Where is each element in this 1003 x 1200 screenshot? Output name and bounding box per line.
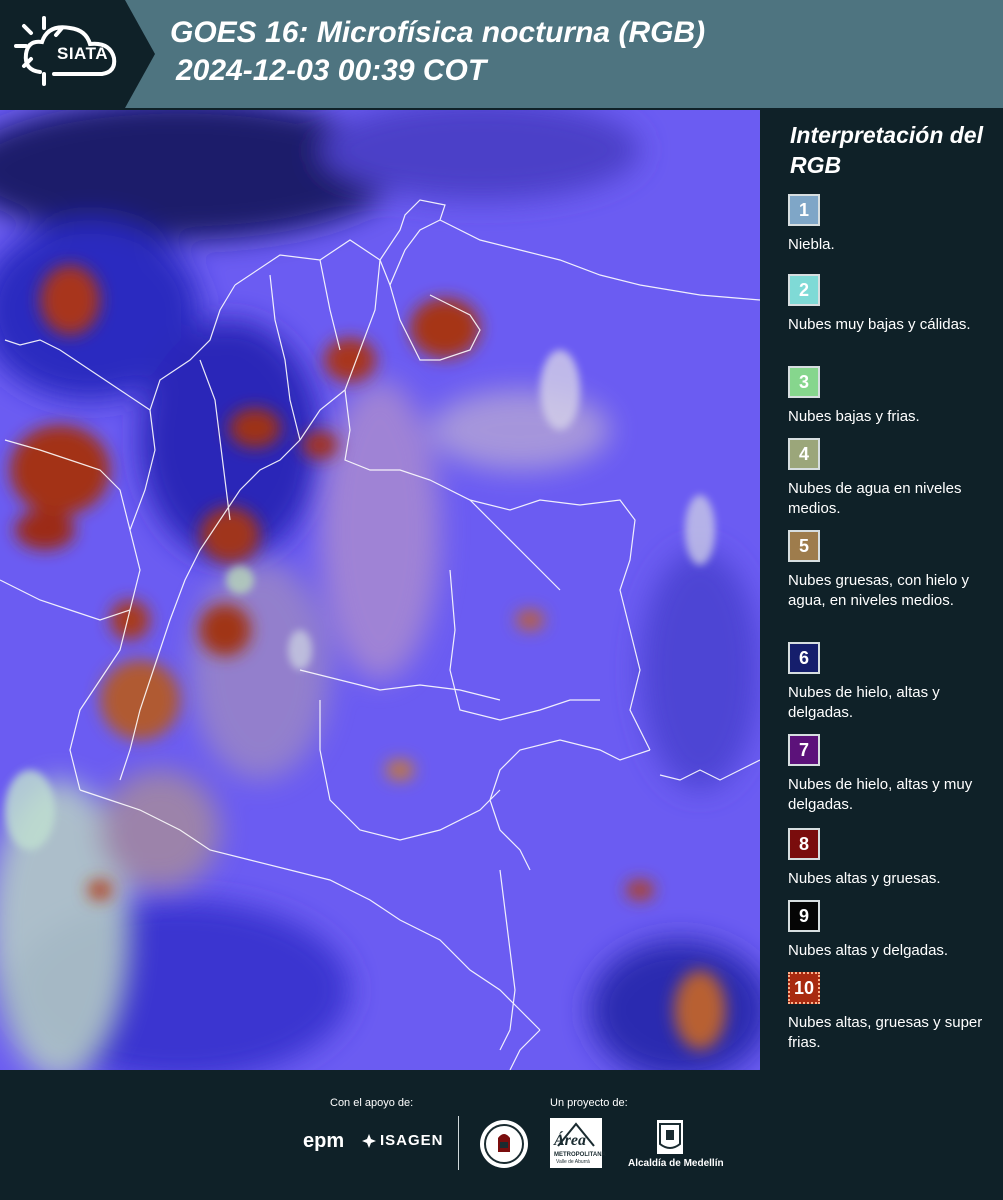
area-logo-subtext: METROPOLITANA [554, 1152, 606, 1158]
legend-text: Nubes bajas y frias. [788, 408, 920, 425]
legend-item-3: 3 Nubes bajas y frias. [788, 366, 993, 427]
legend-swatch-8: 8 [788, 828, 820, 860]
siata-logo-text: SIATA [57, 44, 108, 63]
legend-item-5: 5 Nubes gruesas, con hielo y agua, en ni… [788, 530, 993, 611]
rgb-legend: Interpretación del RGB 1 Niebla. 2 Nubes… [770, 112, 998, 1067]
header-bar: SIATA GOES 16: Microfísica nocturna (RGB… [0, 0, 1003, 108]
legend-item-2: 2 Nubes muy bajas y cálidas. [788, 274, 993, 335]
legend-swatch-3: 3 [788, 366, 820, 398]
project-label: Un proyecto de: [550, 1097, 628, 1109]
legend-title: Interpretación del RGB [790, 122, 983, 178]
isagen-mark-icon [362, 1133, 376, 1148]
legend-text: Nubes de hielo, altas y delgadas. [788, 684, 940, 721]
legend-number: 9 [798, 905, 809, 926]
legend-item-8: 8 Nubes altas y gruesas. [788, 828, 993, 889]
legend-number: 1 [798, 199, 809, 220]
siata-logo: SIATA [0, 0, 155, 108]
medellin-crest-icon [657, 1120, 683, 1154]
legend-number: 4 [798, 443, 809, 464]
footer: Con el apoyo de: Un proyecto de: epm ISA… [0, 1070, 1003, 1200]
legend-text: Nubes muy bajas y cálidas. [788, 316, 971, 333]
legend-number: 5 [798, 535, 809, 556]
legend-text: Nubes altas y gruesas. [788, 870, 941, 887]
legend-text: Nubes de agua en niveles medios. [788, 480, 962, 517]
legend-number: 10 [793, 977, 815, 998]
page-title: GOES 16: Microfísica nocturna (RGB) [170, 16, 706, 49]
legend-swatch-10: 10 [788, 972, 820, 1004]
medellin-logo-text: Alcaldía de Medellín [628, 1158, 724, 1169]
legend-number: 3 [798, 371, 809, 392]
legend-text: Nubes altas y delgadas. [788, 942, 949, 959]
legend-item-7: 7 Nubes de hielo, altas y muy delgadas. [788, 734, 993, 815]
legend-text: Nubes gruesas, con hielo y agua, en nive… [788, 572, 969, 609]
legend-swatch-6: 6 [788, 642, 820, 674]
legend-text: Niebla. [788, 236, 835, 253]
isagen-text: ISAGEN [380, 1132, 444, 1149]
legend-text: Nubes de hielo, altas y muy delgadas. [788, 776, 973, 813]
area-logo-subtext2: Valle de Aburrá [556, 1159, 590, 1165]
legend-item-10: 10 Nubes altas, gruesas y super frias. [788, 972, 993, 1053]
university-seal-icon [480, 1120, 528, 1168]
legend-item-1: 1 Niebla. [788, 194, 993, 255]
epm-logo: epm [303, 1130, 345, 1152]
satellite-image [0, 110, 760, 1070]
legend-number: 8 [798, 833, 809, 854]
legend-item-4: 4 Nubes de agua en niveles medios. [788, 438, 993, 519]
area-metropolitana-logo: Área METROPOLITANA Valle de Aburrá [550, 1118, 606, 1173]
legend-item-6: 6 Nubes de hielo, altas y delgadas. [788, 642, 993, 723]
legend-item-9: 9 Nubes altas y delgadas. [788, 900, 993, 961]
legend-number: 6 [798, 647, 809, 668]
legend-text: Nubes altas, gruesas y super frias. [788, 1014, 983, 1051]
area-logo-text: Área [554, 1132, 586, 1149]
legend-swatch-2: 2 [788, 274, 820, 306]
legend-swatch-4: 4 [788, 438, 820, 470]
isagen-logo: ISAGEN [362, 1132, 444, 1149]
page-timestamp: 2024-12-03 00:39 COT [176, 54, 487, 87]
legend-number: 2 [798, 279, 809, 300]
legend-swatch-9: 9 [788, 900, 820, 932]
legend-number: 7 [798, 739, 809, 760]
legend-swatch-1: 1 [788, 194, 820, 226]
satellite-map [0, 110, 760, 1070]
support-label: Con el apoyo de: [330, 1097, 414, 1109]
legend-swatch-5: 5 [788, 530, 820, 562]
footer-divider [458, 1116, 459, 1170]
legend-swatch-7: 7 [788, 734, 820, 766]
